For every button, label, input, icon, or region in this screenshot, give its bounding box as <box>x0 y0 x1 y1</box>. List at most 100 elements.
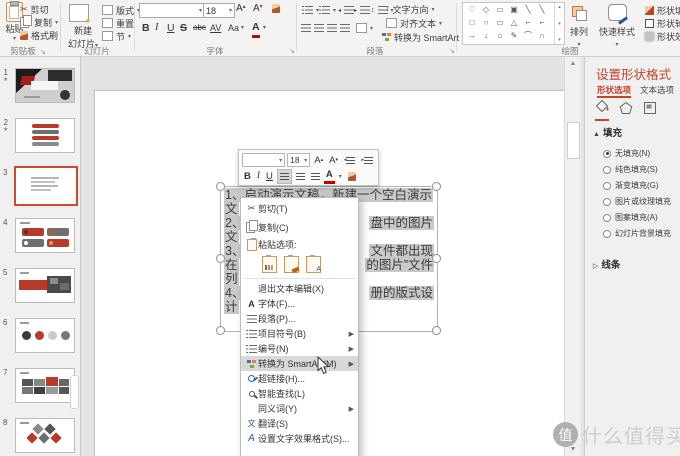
shape-glyph[interactable]: ○ <box>479 18 493 27</box>
menu-item-11[interactable]: 超链接(H)... <box>241 371 358 386</box>
shape-glyph[interactable]: ⌐ <box>521 18 535 27</box>
menu-item-0[interactable]: 剪切(T) <box>241 199 358 218</box>
thumbnail-preview[interactable] <box>15 218 75 253</box>
mini-align-right-button[interactable] <box>309 170 322 183</box>
fill-option-1[interactable]: 纯色填充(S) <box>603 164 658 175</box>
align-center-button[interactable] <box>314 22 324 34</box>
resize-handle-mid-left[interactable] <box>216 254 225 263</box>
thumbnail-preview[interactable] <box>15 318 75 353</box>
font-color-button[interactable]: A <box>252 20 260 38</box>
shape-glyph[interactable]: ∩ <box>535 31 549 40</box>
shape-glyph[interactable]: ▭ <box>493 18 507 27</box>
bullets-button[interactable]: ▾ <box>302 4 319 16</box>
shape-outline-button[interactable]: 形状轮廓 <box>645 17 680 29</box>
shape-glyph[interactable]: → <box>465 31 479 40</box>
format-painter-button[interactable]: 格式刷 <box>20 29 58 41</box>
fill-option-0[interactable]: 无填充(N) <box>603 148 650 159</box>
mini-grow-font-button[interactable]: A ▴ <box>312 154 325 167</box>
mini-underline-button[interactable]: U <box>264 170 275 183</box>
strike-abc-button[interactable]: abc <box>193 20 206 35</box>
menu-item-7[interactable]: 段落(P)... <box>241 311 358 326</box>
menu-item-9[interactable]: 编号(N) ▶ <box>241 341 358 356</box>
shapes-gallery[interactable]: ♡ ◇ ▭ ▣ ╲ ╲ □ ○ ▭ △ ⌐ ⌐ → ↓ ⌂ ✎ ⌒ ∩ ▴ ▾ ▾ <box>462 2 565 45</box>
canvas-scrollbar[interactable]: ▲ ▼ <box>564 57 581 456</box>
fill-option-4[interactable]: 图案填充(A) <box>603 212 658 223</box>
size-properties-icon[interactable] <box>643 101 657 120</box>
slide-thumbnail-7[interactable]: 7 <box>0 368 80 404</box>
shape-glyph[interactable]: ⌂ <box>493 31 507 40</box>
clear-formatting-button[interactable] <box>272 4 280 13</box>
slide-thumbnail-5[interactable]: 5 <box>0 268 80 304</box>
thumbnail-preview[interactable] <box>15 368 75 403</box>
resize-handle-mid-right[interactable] <box>432 254 441 263</box>
menu-item-12[interactable]: 智能查找(L) <box>241 386 358 401</box>
tab-text-options[interactable]: 文本选项 <box>640 85 674 95</box>
mini-decrease-indent-button[interactable]: ◂ <box>342 154 358 167</box>
menu-item-14[interactable]: 翻译(S) <box>241 416 358 431</box>
resize-handle-top-right[interactable] <box>432 182 441 191</box>
font-name-select[interactable]: ▾ <box>139 3 205 18</box>
thumbnail-preview[interactable] <box>15 68 75 103</box>
fill-option-2[interactable]: 渐变填充(G) <box>603 180 659 191</box>
tab-shape-options[interactable]: 形状选项 <box>597 85 632 98</box>
character-spacing-button[interactable]: AV <box>210 20 221 35</box>
mini-align-center-button[interactable] <box>294 170 307 183</box>
shape-glyph[interactable]: ♡ <box>465 5 479 14</box>
mini-bold-button[interactable]: B <box>242 170 253 183</box>
paste-text-only-icon[interactable]: A <box>306 255 321 273</box>
align-text-button[interactable]: 对齐文本 ▾ <box>386 17 442 29</box>
numbering-button[interactable]: ▾ <box>319 4 336 16</box>
pentagon-icon[interactable] <box>619 101 633 120</box>
mini-font-color-button[interactable]: A <box>323 168 335 184</box>
mini-font-size-select[interactable]: 18 ▾ <box>287 153 311 167</box>
quick-styles-button[interactable]: 快速样式 ▾ <box>596 25 638 48</box>
mini-align-left-button[interactable] <box>276 168 292 184</box>
menu-item-10[interactable]: 转换为 SmartArt(M) ▶ <box>241 356 358 371</box>
shape-glyph[interactable]: ╲ <box>535 5 549 14</box>
mini-increase-indent-button[interactable]: ▸ <box>359 154 375 167</box>
underline-button[interactable]: U <box>167 20 175 35</box>
slide-thumbnail-2[interactable]: 2 ★ <box>0 118 80 154</box>
shape-glyph[interactable]: ⌐ <box>535 18 549 27</box>
fill-bucket-icon[interactable] <box>595 99 609 121</box>
menu-item-13[interactable]: 同义词(Y) ▶ <box>241 401 358 416</box>
fill-option-3[interactable]: 图片或纹理填充 <box>603 196 671 207</box>
reset-button[interactable]: 重置 <box>102 17 134 29</box>
resize-handle-bottom-right[interactable] <box>432 326 441 335</box>
fill-section-header[interactable]: ▲ 填充 <box>593 125 622 139</box>
grow-font-button[interactable]: A ▴ <box>236 3 246 14</box>
bold-button[interactable]: B <box>142 20 150 35</box>
thumbnail-preview[interactable] <box>15 118 75 153</box>
align-right-button[interactable] <box>327 22 337 34</box>
slide-thumbnail-1[interactable]: 1 ★ <box>0 68 80 104</box>
text-direction-button[interactable]: ↕ 文字方向 ▾ <box>386 3 435 15</box>
slide-thumbnail-4[interactable]: 4 <box>0 218 80 254</box>
thumbnail-preview[interactable] <box>14 166 78 206</box>
section-button[interactable]: 节 ▾ <box>102 30 131 42</box>
convert-smartart-button[interactable]: 转换为 SmartArt▾ <box>382 31 465 43</box>
font-dialog-launcher[interactable]: ↘ <box>284 45 296 55</box>
copy-button[interactable]: 复制 ▾ <box>20 14 58 28</box>
shape-glyph[interactable]: ◇ <box>479 5 493 14</box>
menu-item-1[interactable]: 复制(C) <box>241 218 358 237</box>
decrease-indent-button[interactable]: ◂ <box>338 4 355 16</box>
shape-glyph[interactable]: ⌒ <box>521 30 535 41</box>
shrink-font-button[interactable]: A ▾ <box>253 3 263 14</box>
line-section-header[interactable]: ▷ 线条 <box>593 257 620 271</box>
shape-glyph[interactable]: ✎ <box>507 31 521 40</box>
strikethrough-button[interactable]: S <box>180 20 187 35</box>
mini-shrink-font-button[interactable]: A ▾ <box>327 154 340 167</box>
shape-glyph[interactable]: △ <box>507 18 521 27</box>
increase-indent-button[interactable]: ▸ <box>354 4 371 16</box>
fill-option-5[interactable]: 幻灯片背景填充 <box>603 228 671 239</box>
paste-keep-source-icon[interactable] <box>262 255 277 273</box>
resize-handle-bottom-left[interactable] <box>216 326 225 335</box>
shape-effects-button[interactable]: 形状效果 <box>645 30 680 42</box>
shape-glyph[interactable]: ▭ <box>493 5 507 14</box>
shape-fill-button[interactable]: 形状填充 <box>645 4 680 16</box>
slide-thumbnail-3[interactable]: 3 <box>0 166 80 206</box>
mini-format-painter-button[interactable] <box>346 170 358 183</box>
scrollbar-thumb[interactable] <box>567 122 580 159</box>
menu-item-5[interactable]: 退出文本编辑(X) <box>241 281 358 296</box>
slide-thumbnail-8[interactable]: 8 <box>0 418 80 454</box>
